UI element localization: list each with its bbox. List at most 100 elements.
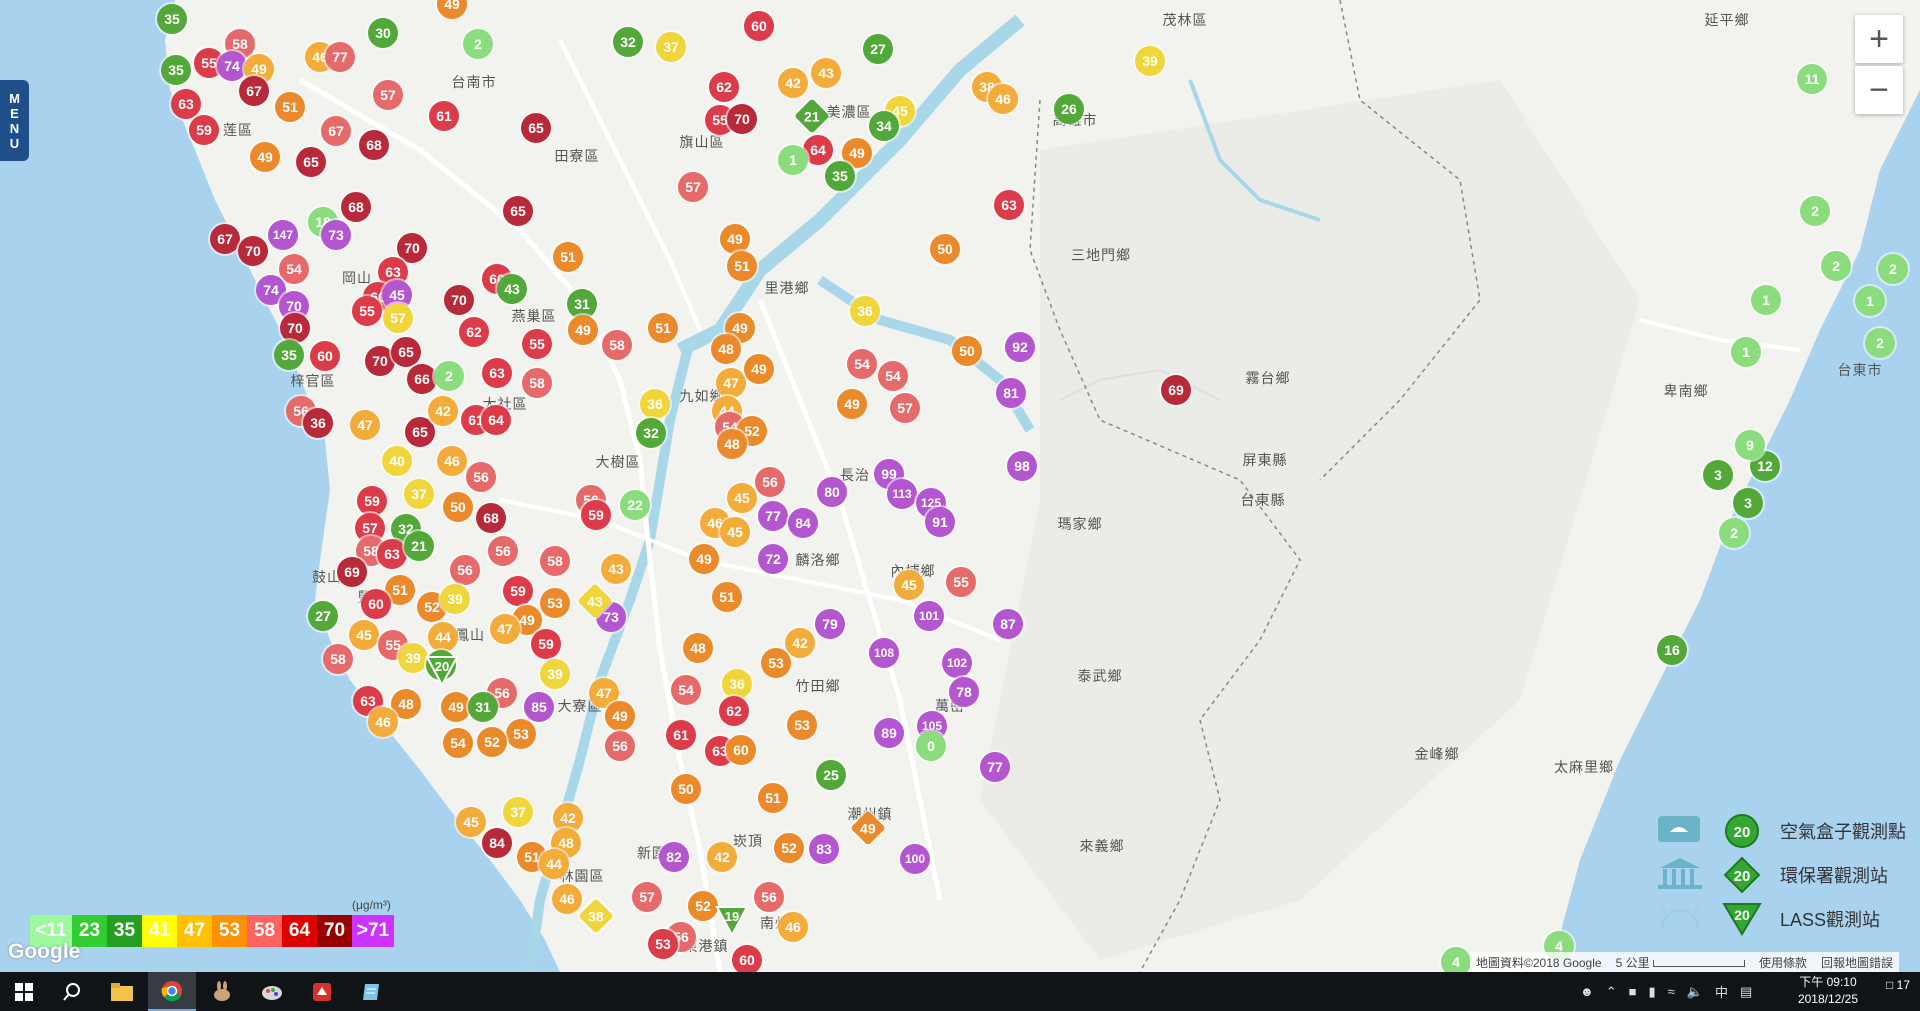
airbox-marker[interactable]: 49 bbox=[837, 389, 867, 419]
airbox-marker[interactable]: 60 bbox=[744, 11, 774, 41]
airbox-marker[interactable]: 3 bbox=[1733, 488, 1763, 518]
airbox-marker[interactable]: 36 bbox=[640, 389, 670, 419]
airbox-marker[interactable]: 37 bbox=[503, 797, 533, 827]
airbox-marker[interactable]: 51 bbox=[553, 242, 583, 272]
airbox-marker[interactable]: 82 bbox=[659, 842, 689, 872]
wifi-icon[interactable]: ≈ bbox=[1668, 984, 1675, 999]
airbox-marker[interactable]: 1 bbox=[1751, 285, 1781, 315]
airbox-marker[interactable]: 60 bbox=[726, 735, 756, 765]
airbox-marker[interactable]: 50 bbox=[671, 774, 701, 804]
airbox-marker[interactable]: 45 bbox=[720, 517, 750, 547]
airbox-marker[interactable]: 100 bbox=[900, 844, 930, 874]
lass-station-marker[interactable]: 20 bbox=[425, 653, 459, 687]
airbox-marker[interactable]: 77 bbox=[325, 42, 355, 72]
clock[interactable]: 下午 09:10 2018/12/25 bbox=[1798, 974, 1858, 1008]
airbox-marker[interactable]: 65 bbox=[391, 337, 421, 367]
airbox-marker[interactable]: 57 bbox=[678, 172, 708, 202]
airbox-marker[interactable]: 58 bbox=[323, 644, 353, 674]
airbox-marker[interactable]: 34 bbox=[869, 111, 899, 141]
airbox-marker[interactable]: 63 bbox=[377, 539, 407, 569]
airbox-marker[interactable]: 46 bbox=[552, 884, 582, 914]
airbox-marker[interactable]: 60 bbox=[732, 945, 762, 972]
airbox-marker[interactable]: 43 bbox=[497, 274, 527, 304]
people-icon[interactable]: ☻ bbox=[1580, 984, 1594, 999]
taskbar-app-red[interactable] bbox=[298, 972, 346, 1011]
airbox-marker[interactable]: 60 bbox=[310, 341, 340, 371]
ime-indicator[interactable]: 中 bbox=[1715, 982, 1728, 1001]
notification-center[interactable]: □ 17 bbox=[1886, 978, 1910, 992]
airbox-marker[interactable]: 43 bbox=[601, 554, 631, 584]
airbox-marker[interactable]: 64 bbox=[481, 405, 511, 435]
airbox-marker[interactable]: 147 bbox=[268, 220, 298, 250]
airbox-marker[interactable]: 46 bbox=[437, 446, 467, 476]
taskbar-file-explorer[interactable] bbox=[98, 972, 146, 1011]
search-button[interactable] bbox=[48, 972, 96, 1011]
airbox-marker[interactable]: 102 bbox=[942, 648, 972, 678]
lass-station-marker[interactable]: 19 bbox=[715, 903, 749, 937]
airbox-marker[interactable]: 48 bbox=[683, 633, 713, 663]
airbox-marker[interactable]: 43 bbox=[811, 58, 841, 88]
airbox-marker[interactable]: 68 bbox=[341, 192, 371, 222]
airbox-marker[interactable]: 81 bbox=[996, 378, 1026, 408]
airbox-marker[interactable]: 84 bbox=[482, 828, 512, 858]
airbox-marker[interactable]: 92 bbox=[1005, 332, 1035, 362]
airbox-marker[interactable]: 44 bbox=[428, 622, 458, 652]
airbox-marker[interactable]: 32 bbox=[636, 418, 666, 448]
airbox-marker[interactable]: 54 bbox=[847, 349, 877, 379]
airbox-marker[interactable]: 58 bbox=[540, 546, 570, 576]
airbox-marker[interactable]: 70 bbox=[727, 104, 757, 134]
airbox-marker[interactable]: 62 bbox=[709, 72, 739, 102]
airbox-marker[interactable]: 39 bbox=[440, 584, 470, 614]
airbox-marker[interactable]: 57 bbox=[632, 882, 662, 912]
airbox-marker[interactable]: 49 bbox=[568, 315, 598, 345]
airbox-marker[interactable]: 42 bbox=[707, 842, 737, 872]
airbox-marker[interactable]: 78 bbox=[949, 677, 979, 707]
airbox-marker[interactable]: 51 bbox=[712, 582, 742, 612]
airbox-marker[interactable]: 35 bbox=[825, 161, 855, 191]
airbox-marker[interactable]: 67 bbox=[239, 76, 269, 106]
chevron-up-icon[interactable]: ⌃ bbox=[1606, 984, 1617, 1000]
airbox-marker[interactable]: 37 bbox=[656, 32, 686, 62]
airbox-marker[interactable]: 57 bbox=[890, 393, 920, 423]
airbox-marker[interactable]: 108 bbox=[869, 638, 899, 668]
airbox-marker[interactable]: 52 bbox=[688, 891, 718, 921]
airbox-marker[interactable]: 27 bbox=[863, 34, 893, 64]
airbox-marker[interactable]: 2 bbox=[1821, 251, 1851, 281]
airbox-marker[interactable]: 62 bbox=[459, 317, 489, 347]
airbox-marker[interactable]: 77 bbox=[980, 752, 1010, 782]
airbox-marker[interactable]: 42 bbox=[428, 396, 458, 426]
airbox-marker[interactable]: 56 bbox=[755, 467, 785, 497]
airbox-marker[interactable]: 59 bbox=[581, 500, 611, 530]
airbox-marker[interactable]: 52 bbox=[477, 727, 507, 757]
airbox-marker[interactable]: 55 bbox=[522, 329, 552, 359]
taskbar-chrome[interactable] bbox=[148, 972, 196, 1011]
airbox-marker[interactable]: 69 bbox=[1161, 375, 1191, 405]
map-canvas[interactable]: 茂林區 延平鄉 台南市 美濃區 莲區 旗山區 田寮區 三地門鄉 里港鄉 燕巢區 梓官區 霧台鄉 九如鄉台… bbox=[0, 0, 1920, 972]
report-error-link[interactable]: 回報地圖錯誤 bbox=[1821, 954, 1893, 971]
airbox-marker[interactable]: 3 bbox=[1703, 460, 1733, 490]
airbox-marker[interactable]: 84 bbox=[788, 508, 818, 538]
airbox-marker[interactable]: 35 bbox=[161, 55, 191, 85]
airbox-marker[interactable]: 30 bbox=[368, 18, 398, 48]
airbox-marker[interactable]: 47 bbox=[716, 368, 746, 398]
airbox-marker[interactable]: 87 bbox=[993, 609, 1023, 639]
airbox-marker[interactable]: 39 bbox=[540, 659, 570, 689]
airbox-marker[interactable]: 48 bbox=[711, 334, 741, 364]
airbox-marker[interactable]: 53 bbox=[506, 719, 536, 749]
airbox-marker[interactable]: 50 bbox=[930, 234, 960, 264]
airbox-marker[interactable]: 70 bbox=[238, 236, 268, 266]
airbox-marker[interactable]: 51 bbox=[727, 251, 757, 281]
airbox-marker[interactable]: 54 bbox=[671, 675, 701, 705]
airbox-marker[interactable]: 2 bbox=[1800, 196, 1830, 226]
battery-icon[interactable]: ▮ bbox=[1648, 984, 1655, 1000]
airbox-marker[interactable]: 36 bbox=[850, 296, 880, 326]
airbox-marker[interactable]: 59 bbox=[189, 115, 219, 145]
airbox-marker[interactable]: 59 bbox=[531, 629, 561, 659]
airbox-marker[interactable]: 51 bbox=[758, 783, 788, 813]
airbox-marker[interactable]: 53 bbox=[761, 648, 791, 678]
airbox-marker[interactable]: 25 bbox=[816, 760, 846, 790]
airbox-marker[interactable]: 65 bbox=[503, 196, 533, 226]
airbox-marker[interactable]: 61 bbox=[429, 101, 459, 131]
airbox-marker[interactable]: 42 bbox=[785, 628, 815, 658]
airbox-marker[interactable]: 2 bbox=[1878, 254, 1908, 284]
